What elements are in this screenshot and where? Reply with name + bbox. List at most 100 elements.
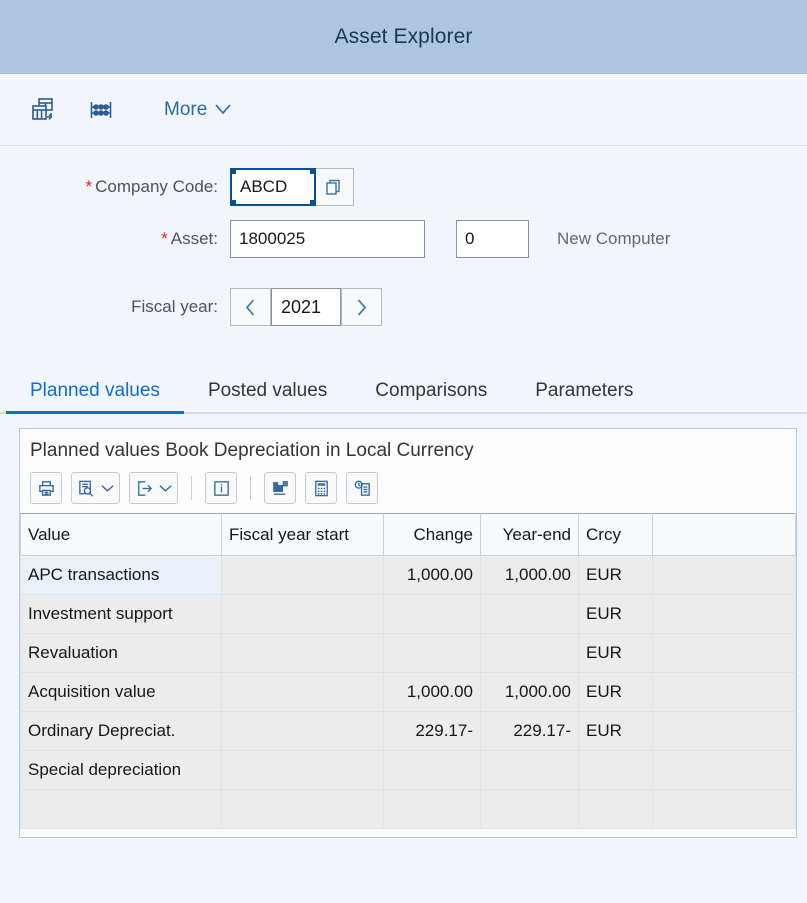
cell-value[interactable]: [20, 789, 222, 829]
grid-toolbar: [20, 472, 796, 513]
fiscal-year-next-button[interactable]: [341, 288, 382, 326]
cell-crcy[interactable]: EUR: [578, 672, 653, 712]
history-list-button[interactable]: [346, 472, 378, 504]
column-header-filler: [652, 513, 796, 556]
asset-label: * Asset:: [161, 229, 218, 248]
panel-title: Planned values Book Depreciation in Loca…: [30, 440, 474, 461]
focus-corner-tr: [310, 168, 316, 174]
table-row[interactable]: Special depreciation: [20, 750, 796, 790]
fiscal-year-label: Fiscal year:: [131, 297, 218, 316]
cell-value[interactable]: Revaluation: [20, 633, 222, 673]
company-code-row: * Company Code:: [0, 168, 807, 206]
table-row[interactable]: APC transactions 1,000.00 1,000.00 EUR: [20, 555, 796, 595]
table-row[interactable]: Revaluation EUR: [20, 633, 796, 673]
column-header-year-end[interactable]: Year-end: [480, 513, 579, 556]
cell-value[interactable]: Special depreciation: [20, 750, 222, 790]
company-code-value-help-button[interactable]: [316, 168, 354, 206]
cell-crcy[interactable]: EUR: [578, 711, 653, 751]
more-menu-button[interactable]: More: [164, 99, 231, 121]
table-row[interactable]: Investment support EUR: [20, 594, 796, 634]
fiscal-year-input[interactable]: [271, 288, 341, 326]
cell-filler: [652, 672, 796, 712]
view-settings-icon: [77, 479, 96, 498]
history-list-icon: [353, 479, 372, 498]
fiscal-year-previous-button[interactable]: [230, 288, 271, 326]
focus-corner-tl: [230, 168, 236, 174]
info-icon: [212, 479, 231, 498]
print-icon: [37, 479, 56, 498]
cell-change[interactable]: [383, 633, 481, 673]
info-button[interactable]: [205, 472, 237, 504]
cell-crcy[interactable]: [578, 789, 653, 829]
chevron-down-icon: [215, 104, 231, 115]
copy-documents-icon: [325, 178, 344, 197]
asset-description: New Computer: [557, 229, 671, 248]
table-body: APC transactions 1,000.00 1,000.00 EUR Inves…: [20, 555, 796, 829]
column-header-crcy[interactable]: Crcy: [578, 513, 653, 556]
company-code-input[interactable]: [230, 168, 316, 206]
calculator-icon: [312, 479, 331, 498]
planned-values-panel: Planned values Book Depreciation in Loca…: [19, 428, 797, 838]
cell-filler: [652, 633, 796, 673]
cell-fy-start[interactable]: [221, 594, 384, 634]
fiscal-year-row: Fiscal year:: [0, 288, 807, 326]
cell-crcy[interactable]: EUR: [578, 594, 653, 634]
company-code-field-wrap: [230, 168, 316, 206]
table-row[interactable]: [20, 789, 796, 829]
print-button[interactable]: [30, 472, 62, 504]
cell-value[interactable]: Investment support: [20, 594, 222, 634]
cell-year-end[interactable]: 1,000.00: [480, 672, 579, 712]
calculator-button[interactable]: [305, 472, 337, 504]
cell-change[interactable]: 229.17-: [383, 711, 481, 751]
cell-year-end[interactable]: 1,000.00: [480, 555, 579, 595]
chevron-right-icon: [356, 298, 367, 316]
cell-fy-start[interactable]: [221, 750, 384, 790]
tab-parameters[interactable]: Parameters: [511, 380, 657, 412]
planned-values-panel-area: Planned values Book Depreciation in Loca…: [0, 414, 807, 838]
cell-crcy[interactable]: [578, 750, 653, 790]
tab-planned-values[interactable]: Planned values: [6, 380, 184, 414]
view-settings-button[interactable]: [71, 472, 120, 504]
cell-fy-start[interactable]: [221, 711, 384, 751]
cell-value[interactable]: Ordinary Depreciat.: [20, 711, 222, 751]
cell-year-end[interactable]: [480, 750, 579, 790]
abacus-depreciation-icon[interactable]: [84, 93, 118, 127]
planned-values-table: Value Fiscal year start Change Year-end …: [20, 513, 796, 829]
table-header-row: Value Fiscal year start Change Year-end …: [20, 513, 796, 556]
asset-number-input[interactable]: [230, 220, 425, 258]
cell-change[interactable]: [383, 750, 481, 790]
toolbar-separator-1: [191, 476, 192, 500]
export-button[interactable]: [129, 472, 178, 504]
cell-crcy[interactable]: EUR: [578, 633, 653, 673]
chart-puzzle-button[interactable]: [264, 472, 296, 504]
cell-change[interactable]: [383, 789, 481, 829]
chevron-down-icon: [159, 484, 172, 493]
focus-corner-br: [310, 200, 316, 206]
cell-change[interactable]: 1,000.00: [383, 555, 481, 595]
tab-posted-values[interactable]: Posted values: [184, 380, 351, 412]
cell-year-end[interactable]: [480, 594, 579, 634]
cell-change[interactable]: [383, 594, 481, 634]
tab-comparisons[interactable]: Comparisons: [351, 380, 511, 412]
more-menu-label: More: [164, 98, 208, 120]
cell-year-end[interactable]: 229.17-: [480, 711, 579, 751]
column-header-fiscal-year-start[interactable]: Fiscal year start: [221, 513, 384, 556]
asset-balance-icon[interactable]: [26, 93, 60, 127]
cell-fy-start[interactable]: [221, 633, 384, 673]
cell-value[interactable]: Acquisition value: [20, 672, 222, 712]
table-row[interactable]: Acquisition value 1,000.00 1,000.00 EUR: [20, 672, 796, 712]
column-header-value[interactable]: Value: [20, 513, 222, 556]
asset-subnumber-input[interactable]: [456, 220, 529, 258]
cell-value[interactable]: APC transactions: [20, 555, 222, 595]
cell-fy-start[interactable]: [221, 789, 384, 829]
table-row[interactable]: Ordinary Depreciat. 229.17- 229.17- EUR: [20, 711, 796, 751]
cell-year-end[interactable]: [480, 633, 579, 673]
chevron-left-icon: [245, 298, 256, 316]
cell-fy-start[interactable]: [221, 672, 384, 712]
app-title-bar: Asset Explorer: [0, 0, 807, 74]
cell-change[interactable]: 1,000.00: [383, 672, 481, 712]
column-header-change[interactable]: Change: [383, 513, 481, 556]
cell-year-end[interactable]: [480, 789, 579, 829]
cell-fy-start[interactable]: [221, 555, 384, 595]
cell-crcy[interactable]: EUR: [578, 555, 653, 595]
